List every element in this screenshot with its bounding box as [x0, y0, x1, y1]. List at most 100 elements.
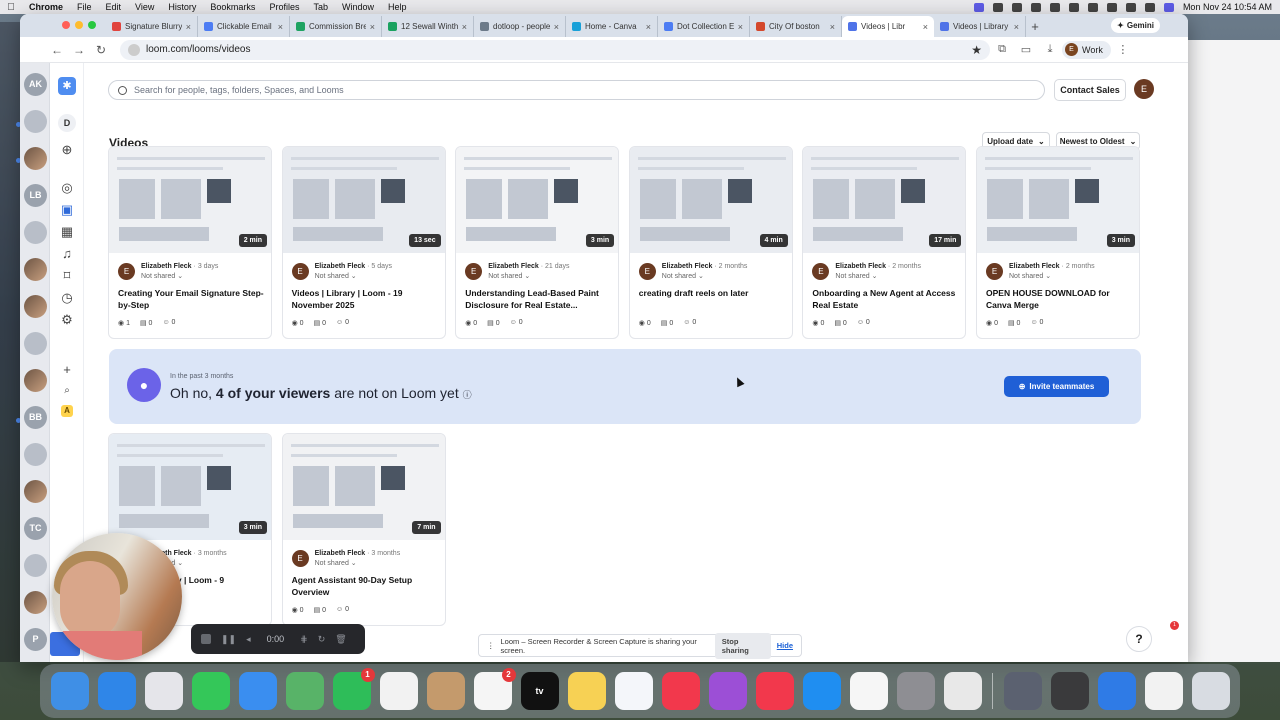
cast-icon[interactable]: ▭: [1014, 43, 1038, 56]
close-tab-icon[interactable]: ×: [278, 22, 283, 32]
wifi-icon[interactable]: [1106, 2, 1117, 12]
close-tab-icon[interactable]: ×: [370, 22, 375, 32]
profile-icon[interactable]: ◎: [58, 179, 76, 197]
keynote-icon[interactable]: [849, 672, 888, 710]
launchpad-icon[interactable]: [144, 672, 183, 710]
video-card[interactable]: 13 sec E Elizabeth Fleck · 5 days Not share…: [281, 146, 446, 339]
grid-icon[interactable]: ⋕: [300, 634, 308, 645]
menu-window[interactable]: Window: [335, 2, 381, 12]
bookmark-icon[interactable]: ⌑: [58, 267, 76, 285]
account-avatar[interactable]: [24, 110, 47, 133]
menu-bookmarks[interactable]: Bookmarks: [203, 2, 262, 12]
account-avatar[interactable]: [24, 369, 47, 392]
document-icon[interactable]: [1144, 672, 1183, 710]
account-avatar[interactable]: [24, 591, 47, 614]
video-title[interactable]: Creating Your Email Signature Step-by-St…: [118, 287, 268, 311]
chat-icon[interactable]: [1011, 2, 1022, 12]
play-icon[interactable]: [1087, 2, 1098, 12]
account-avatar[interactable]: [24, 332, 47, 355]
preview-icon[interactable]: [1097, 672, 1136, 710]
site-info-icon[interactable]: [128, 43, 140, 56]
account-avatar[interactable]: [24, 554, 47, 577]
close-tab-icon[interactable]: ×: [738, 22, 743, 32]
menu-edit[interactable]: Edit: [99, 2, 129, 12]
add-icon[interactable]: +: [58, 361, 76, 379]
account-avatar[interactable]: BB: [24, 406, 47, 429]
workspace-avatar[interactable]: D: [58, 114, 76, 132]
video-thumbnail[interactable]: 13 sec: [282, 147, 445, 253]
loom-logo-icon[interactable]: ✱: [58, 77, 76, 95]
calendar-icon[interactable]: ▦: [58, 223, 76, 241]
reload-button[interactable]: ↻: [90, 43, 112, 57]
help-button[interactable]: ?: [1126, 626, 1152, 652]
close-window-button[interactable]: [62, 21, 70, 29]
hide-notice-link[interactable]: Hide: [777, 641, 793, 650]
calculator-icon[interactable]: [1050, 672, 1089, 710]
browser-tab[interactable]: Videos | Libr ×: [842, 16, 934, 37]
library-icon[interactable]: ▣: [58, 201, 76, 219]
chrome-icon[interactable]: [943, 672, 982, 710]
webcam-bubble[interactable]: [52, 533, 182, 660]
forward-button[interactable]: →: [68, 43, 90, 57]
control-icon[interactable]: [1030, 2, 1041, 12]
printer-icon[interactable]: [1003, 672, 1042, 710]
contact-sales-button[interactable]: Contact Sales: [1054, 79, 1126, 101]
messages-icon[interactable]: [191, 672, 230, 710]
invite-teammates-button[interactable]: ⊕ Invite teammates: [1004, 376, 1109, 397]
mail-icon[interactable]: [238, 672, 277, 710]
search-icon[interactable]: ⌕: [58, 382, 76, 400]
share-status-dropdown[interactable]: Not shared ⌄: [1009, 272, 1051, 280]
search-icon[interactable]: [1125, 2, 1136, 12]
browser-tab[interactable]: Signature Blurry ×: [106, 16, 198, 37]
screen-record-icon[interactable]: [973, 2, 984, 12]
clock[interactable]: Mon Nov 24 10:54 AM: [1183, 2, 1272, 12]
share-status-dropdown[interactable]: Not shared ⌄: [141, 272, 183, 280]
video-card[interactable]: 3 min E Elizabeth Fleck · 2 months Not shar…: [976, 146, 1140, 339]
share-status-dropdown[interactable]: Not shared ⌄: [315, 559, 357, 567]
video-thumbnail[interactable]: 7 min: [282, 434, 445, 540]
tv-icon[interactable]: tv: [520, 672, 559, 710]
video-title[interactable]: OPEN HOUSE DOWNLOAD for Canva Merge: [986, 287, 1136, 311]
video-card[interactable]: 17 min E Elizabeth Fleck · 2 months Not sha…: [802, 146, 967, 339]
rewind-icon[interactable]: ◂: [246, 634, 251, 645]
menu-history[interactable]: History: [161, 2, 203, 12]
video-card[interactable]: 4 min E Elizabeth Fleck · 2 months Not shar…: [628, 146, 793, 339]
drag-handle-icon[interactable]: ⋮: [487, 641, 495, 650]
trash-icon[interactable]: [1191, 672, 1230, 710]
maps-icon[interactable]: [285, 672, 324, 710]
video-title[interactable]: Understanding Lead-Based Paint Disclosur…: [465, 287, 615, 311]
video-thumbnail[interactable]: 2 min: [109, 147, 271, 253]
profile-button[interactable]: E Work: [1062, 40, 1111, 59]
account-avatar[interactable]: [24, 443, 47, 466]
system-settings-icon[interactable]: [896, 672, 935, 710]
share-status-dropdown[interactable]: Not shared ⌄: [835, 272, 877, 280]
close-tab-icon[interactable]: ×: [554, 22, 559, 32]
control-center-icon[interactable]: [1144, 2, 1155, 12]
more-menu-icon[interactable]: ⋮: [1111, 43, 1135, 56]
video-card[interactable]: 3 min E Elizabeth Fleck · 21 days Not share…: [455, 146, 620, 339]
video-title[interactable]: creating draft reels on later: [639, 287, 789, 299]
video-thumbnail[interactable]: 3 min: [109, 434, 271, 540]
account-avatar[interactable]: [24, 295, 47, 318]
pause-icon[interactable]: ❚❚: [221, 634, 236, 645]
search-bar[interactable]: Search for people, tags, folders, Spaces…: [108, 80, 1045, 100]
account-avatar[interactable]: [24, 221, 47, 244]
photos-icon[interactable]: [379, 672, 418, 710]
bluetooth-icon[interactable]: [1049, 2, 1060, 12]
menu-help[interactable]: Help: [381, 2, 414, 12]
video-card[interactable]: 7 min E Elizabeth Fleck · 3 months Not shar…: [281, 433, 446, 626]
menu-tab[interactable]: Tab: [306, 2, 335, 12]
bookmark-star-icon[interactable]: ★: [971, 43, 982, 57]
video-title[interactable]: Agent Assistant 90-Day Setup Overview: [292, 574, 442, 598]
zoom-window-button[interactable]: [88, 21, 96, 29]
menu-file[interactable]: File: [70, 2, 99, 12]
extensions-icon[interactable]: ⧉: [990, 43, 1014, 56]
info-icon[interactable]: ⓘ: [463, 390, 472, 400]
browser-tab[interactable]: dotloop - people ×: [474, 16, 566, 37]
history-icon[interactable]: ◷: [58, 289, 76, 307]
close-tab-icon[interactable]: ×: [1014, 22, 1019, 32]
restart-icon[interactable]: ↻: [318, 634, 326, 645]
freeform-icon[interactable]: [614, 672, 653, 710]
user-avatar[interactable]: E: [1134, 79, 1154, 99]
video-thumbnail[interactable]: 17 min: [803, 147, 966, 253]
